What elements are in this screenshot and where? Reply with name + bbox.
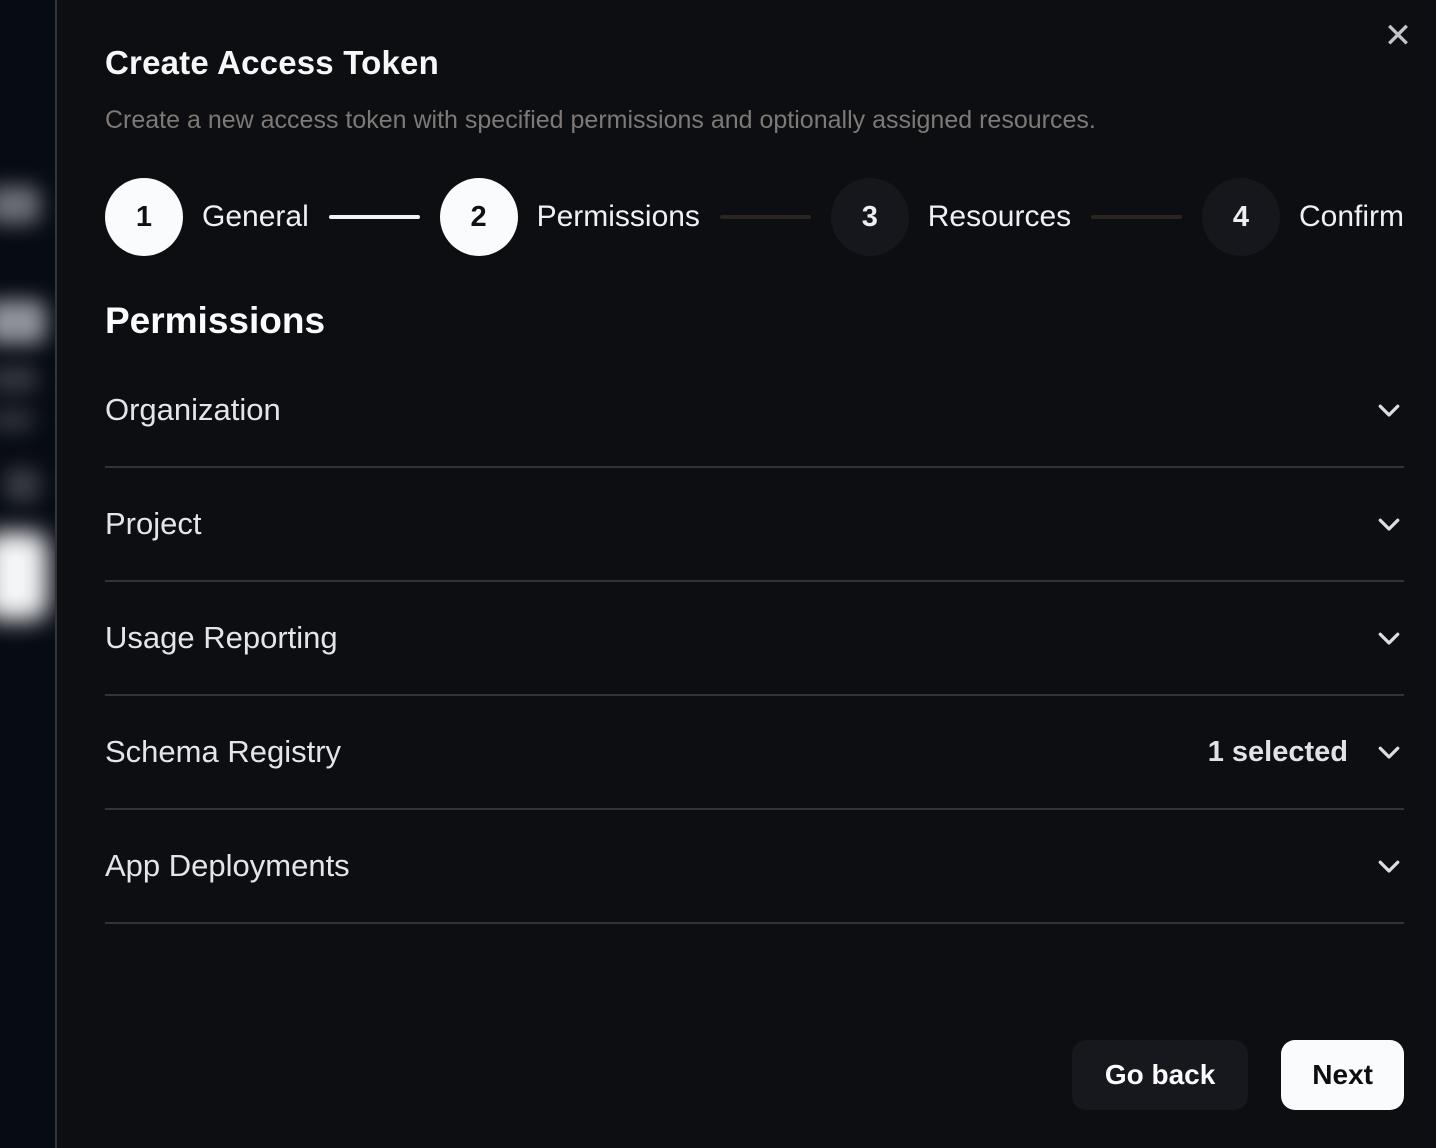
blurred-background-item	[0, 186, 40, 224]
step-label: Resources	[928, 200, 1071, 234]
accordion-row-usage-reporting[interactable]: Usage Reporting	[105, 582, 1404, 696]
selected-count-badge: 1 selected	[1208, 736, 1348, 769]
wizard-stepper: 1 General 2 Permissions 3 Resources 4 Co…	[105, 178, 1404, 256]
go-back-button[interactable]: Go back	[1072, 1040, 1248, 1110]
blurred-background-item	[0, 366, 38, 392]
accordion-label: Schema Registry	[105, 734, 341, 770]
chevron-down-icon	[1374, 395, 1404, 425]
step-connector	[329, 215, 420, 219]
chevron-down-icon	[1374, 737, 1404, 767]
accordion-label: Organization	[105, 392, 281, 428]
step-general[interactable]: 1 General	[105, 178, 309, 256]
step-connector	[1091, 215, 1182, 219]
accordion-row-schema-registry[interactable]: Schema Registry 1 selected	[105, 696, 1404, 810]
blurred-background-item	[4, 468, 40, 502]
accordion-label: Usage Reporting	[105, 620, 338, 656]
modal-subtitle: Create a new access token with specified…	[105, 106, 1404, 135]
blurred-background-card	[0, 532, 48, 620]
step-number-badge: 3	[831, 178, 909, 256]
accordion-row-organization[interactable]: Organization	[105, 354, 1404, 468]
accordion-label: Project	[105, 506, 201, 542]
permissions-accordion-list: Organization Project Usage Reporting	[105, 354, 1404, 924]
step-permissions[interactable]: 2 Permissions	[440, 178, 700, 256]
accordion-label: App Deployments	[105, 848, 350, 884]
step-label: Confirm	[1299, 200, 1404, 234]
step-label: Permissions	[537, 200, 700, 234]
chevron-down-icon	[1374, 623, 1404, 653]
step-confirm[interactable]: 4 Confirm	[1202, 178, 1404, 256]
section-heading-permissions: Permissions	[105, 300, 1404, 342]
step-number-badge: 2	[440, 178, 518, 256]
step-number-badge: 1	[105, 178, 183, 256]
blurred-background-item	[0, 408, 34, 432]
chevron-down-icon	[1374, 509, 1404, 539]
step-connector	[720, 215, 811, 219]
step-label: General	[202, 200, 309, 234]
modal-footer: Go back Next	[105, 1040, 1404, 1110]
modal-title: Create Access Token	[105, 44, 1404, 82]
accordion-row-project[interactable]: Project	[105, 468, 1404, 582]
step-resources[interactable]: 3 Resources	[831, 178, 1071, 256]
accordion-row-app-deployments[interactable]: App Deployments	[105, 810, 1404, 924]
blurred-background-item	[0, 300, 46, 344]
close-icon[interactable]: ✕	[1378, 16, 1418, 56]
next-button[interactable]: Next	[1281, 1040, 1404, 1110]
page-backdrop	[0, 0, 56, 1148]
step-number-badge: 4	[1202, 178, 1280, 256]
create-access-token-modal: ✕ Create Access Token Create a new acces…	[55, 0, 1436, 1148]
chevron-down-icon	[1374, 851, 1404, 881]
